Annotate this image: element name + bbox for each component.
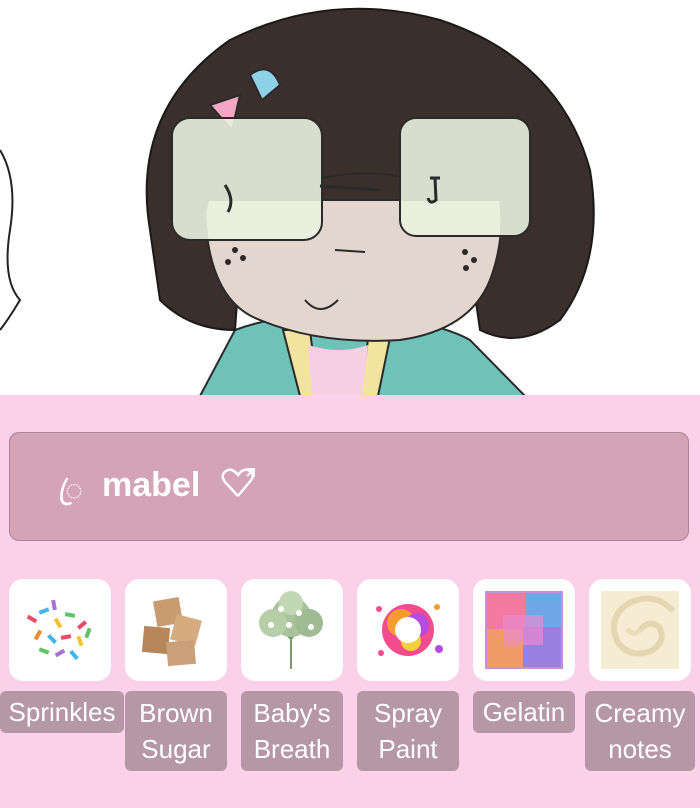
sticker-label-brown-sugar[interactable]: Brown Sugar bbox=[125, 691, 227, 771]
babys-breath-icon bbox=[259, 591, 323, 669]
sprinkles-icon bbox=[26, 599, 92, 661]
sticker-label-creamy-notes[interactable]: Creamy notes bbox=[585, 691, 695, 771]
gelatin-icon bbox=[485, 591, 563, 669]
brown-sugar-icon bbox=[141, 596, 202, 667]
spray-paint-icon bbox=[376, 604, 443, 656]
profile-name-bar: ꦿ mabel bbox=[9, 432, 689, 541]
name-decoration: ꦿ bbox=[58, 473, 83, 508]
sticker-label-gelatin[interactable]: Gelatin bbox=[473, 691, 575, 733]
sticker-label-babys-breath[interactable]: Baby's Breath bbox=[241, 691, 343, 771]
sticker-label-spray-paint[interactable]: Spray Paint bbox=[357, 691, 459, 771]
sticker-brown-sugar[interactable] bbox=[125, 579, 227, 681]
creamy-notes-icon bbox=[601, 591, 679, 669]
sticker-spray-paint[interactable] bbox=[357, 579, 459, 681]
sticker-babys-breath[interactable] bbox=[241, 579, 343, 681]
illustration-svg bbox=[0, 7, 595, 396]
heart-icon bbox=[221, 468, 255, 497]
sticker-creamy-notes[interactable] bbox=[589, 579, 691, 681]
character-illustration bbox=[0, 0, 700, 396]
sticker-label-sprinkles[interactable]: Sprinkles bbox=[0, 691, 124, 733]
sticker-gelatin[interactable] bbox=[473, 579, 575, 681]
sticker-sprinkles[interactable] bbox=[9, 579, 111, 681]
profile-name: mabel bbox=[102, 466, 201, 504]
